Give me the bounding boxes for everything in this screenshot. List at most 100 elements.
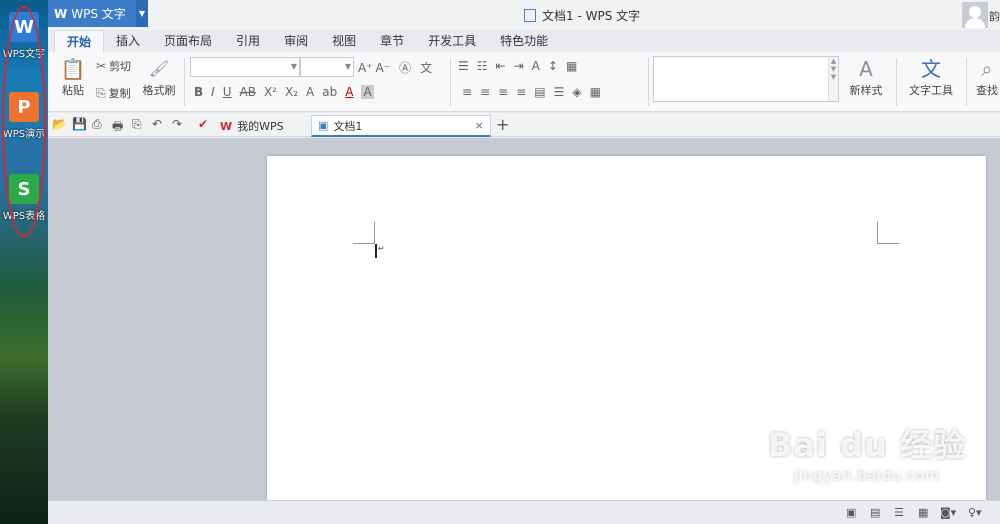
tab-special-features[interactable]: 特色功能 (488, 30, 560, 52)
sort-icon[interactable]: ↕ (548, 59, 558, 73)
tab-page-layout[interactable]: 页面布局 (152, 30, 224, 52)
chevron-down-icon[interactable]: ▼ (136, 0, 148, 27)
tab-developer[interactable]: 开发工具 (416, 30, 488, 52)
undo-icon[interactable]: ↶ (152, 117, 162, 131)
tab-insert[interactable]: 插入 (104, 30, 152, 52)
tab-section[interactable]: 章节 (368, 30, 416, 52)
app-menu-button[interactable]: W WPS 文字 ▼ (48, 0, 148, 27)
font-color-icon[interactable]: A (345, 85, 353, 99)
text-tools-label: 文字工具 (909, 84, 953, 97)
fullscreen-icon[interactable]: ▣ (846, 506, 856, 519)
clipboard-icon: 📋 (60, 57, 86, 81)
cut-button[interactable]: ✂ 剪切 (96, 58, 131, 74)
find-label: 查找 (976, 84, 998, 97)
paste-button[interactable]: 📋 粘贴 (56, 56, 90, 98)
document-icon (524, 9, 536, 22)
status-bar: ▣ ▤ ☰ ▦ ◙▾ ♀▾ (48, 500, 1000, 524)
window-title: 文档1 - WPS 文字 (524, 7, 640, 24)
new-style-button[interactable]: A 新样式 (844, 56, 888, 98)
web-view-icon[interactable]: ▦ (918, 506, 928, 519)
justify-icon[interactable]: ≡ (516, 85, 526, 99)
format-painter-button[interactable]: 🖌 格式刷 (140, 56, 178, 98)
reading-mode-icon[interactable]: ◙▾ (940, 506, 956, 519)
align-right-icon[interactable]: ≡ (498, 85, 508, 99)
lightbulb-icon[interactable]: ♀▾ (968, 506, 982, 519)
tab-document-1[interactable]: ▣ 文档1 × (311, 115, 491, 137)
user-name[interactable]: 韵 (989, 8, 1000, 24)
bold-icon[interactable]: B (194, 85, 203, 99)
paragraph-tools-top: ☰ ☷ ⇤ ⇥ A ↕ ▦ (458, 59, 577, 73)
highlight-icon[interactable]: ab (322, 85, 337, 99)
save-icon[interactable]: 💾 (72, 117, 87, 131)
open-icon[interactable]: 📂 (52, 117, 67, 131)
quick-access-toolbar: 📂 💾 ⎙ 🖶 ⎘ ↶ ↷ ✔ W 我的WPS × ▣ 文档1 × + (48, 113, 1000, 137)
customize-icon[interactable]: ✔ (198, 117, 208, 131)
desktop-background: W WPS文字 P WPS演示 S WPS表格 (0, 0, 48, 524)
tab-home[interactable]: 开始 (54, 30, 105, 52)
superscript-icon[interactable]: X² (264, 85, 277, 99)
print-preview-icon[interactable]: ⎘ (132, 117, 142, 132)
bullet-list-icon[interactable]: ☰ (458, 59, 469, 73)
underline-icon[interactable]: U (223, 85, 232, 99)
style-gallery-scroll[interactable]: ▲ ▼ ▼ (828, 57, 838, 101)
shading-icon[interactable]: ◈ (572, 85, 581, 99)
redo-icon[interactable]: ↷ (172, 117, 182, 131)
print-icon[interactable]: 🖶 (112, 117, 123, 138)
copy-label: 复制 (108, 87, 131, 100)
close-icon[interactable]: × (475, 119, 484, 132)
margin-mark-top-right (877, 222, 899, 244)
export-pdf-icon[interactable]: ⎙ (92, 117, 102, 132)
numbered-list-icon[interactable]: ☷ (477, 59, 488, 73)
page-view-icon[interactable]: ▤ (870, 506, 880, 519)
phonetic-guide-icon[interactable]: 文 (420, 59, 432, 76)
style-gallery[interactable]: ▲ ▼ ▼ (653, 56, 839, 102)
increase-indent-icon[interactable]: ⇥ (514, 59, 524, 73)
new-tab-button[interactable]: + (496, 115, 509, 134)
cut-label: 剪切 (109, 60, 132, 73)
tab-review[interactable]: 审阅 (272, 30, 320, 52)
divider (966, 58, 967, 106)
font-size-tools: A⁺ A⁻ Ⓐ 文 (358, 59, 432, 76)
tab-view[interactable]: 视图 (320, 30, 368, 52)
line-spacing-icon[interactable]: ☰ (554, 85, 565, 99)
search-icon: ⌕ (981, 57, 993, 81)
copy-button[interactable]: ⎘ 复制 (96, 85, 131, 101)
format-painter-label: 格式刷 (142, 84, 176, 97)
subscript-icon[interactable]: X₂ (285, 85, 298, 99)
font-size-select[interactable]: ▼ (300, 57, 354, 77)
divider (450, 58, 451, 106)
align-center-icon[interactable]: ≡ (480, 85, 490, 99)
avatar[interactable] (962, 2, 988, 28)
scissors-icon: ✂ (96, 59, 107, 73)
app-menu-label: WPS 文字 (71, 7, 126, 21)
copy-icon: ⎘ (96, 85, 106, 100)
table-icon[interactable]: ▦ (566, 59, 577, 73)
italic-icon[interactable]: I (211, 85, 215, 99)
font-style-tools: B I U AB X² X₂ A ab A A (194, 85, 374, 99)
divider (896, 58, 897, 106)
find-button[interactable]: ⌕ 查找 (974, 56, 1000, 98)
outline-view-icon[interactable]: ☰ (894, 506, 904, 519)
decrease-indent-icon[interactable]: ⇤ (496, 59, 506, 73)
align-left-icon[interactable]: ≡ (462, 85, 472, 99)
text-effect-icon[interactable]: A (306, 85, 314, 99)
font-family-select[interactable]: ▼ (190, 57, 300, 77)
tab-document-1-label: 文档1 (333, 119, 363, 133)
wps-logo-icon: W (220, 119, 233, 133)
new-style-label: 新样式 (849, 84, 883, 97)
tab-references[interactable]: 引用 (224, 30, 272, 52)
char-shading-icon[interactable]: A (361, 85, 374, 99)
strikethrough-icon[interactable]: AB (240, 85, 256, 99)
borders-icon[interactable]: ▦ (590, 85, 601, 99)
clear-format-icon[interactable]: Ⓐ (399, 59, 411, 76)
grow-font-icon[interactable]: A⁺ (358, 61, 373, 75)
document-workspace: ↵ (48, 138, 1000, 500)
wps-writer-window: W WPS 文字 ▼ 文档1 - WPS 文字 韵 开始 插入 页面布局 引用 … (48, 0, 1000, 524)
document-page[interactable]: ↵ (267, 156, 986, 500)
text-tools-button[interactable]: 文 文字工具 (904, 56, 958, 98)
chinese-layout-icon[interactable]: A (532, 59, 540, 73)
shrink-font-icon[interactable]: A⁻ (376, 61, 391, 75)
margin-mark-top-left (353, 222, 375, 244)
distributed-icon[interactable]: ▤ (534, 85, 545, 99)
title-bar: W WPS 文字 ▼ 文档1 - WPS 文字 韵 (48, 0, 1000, 30)
